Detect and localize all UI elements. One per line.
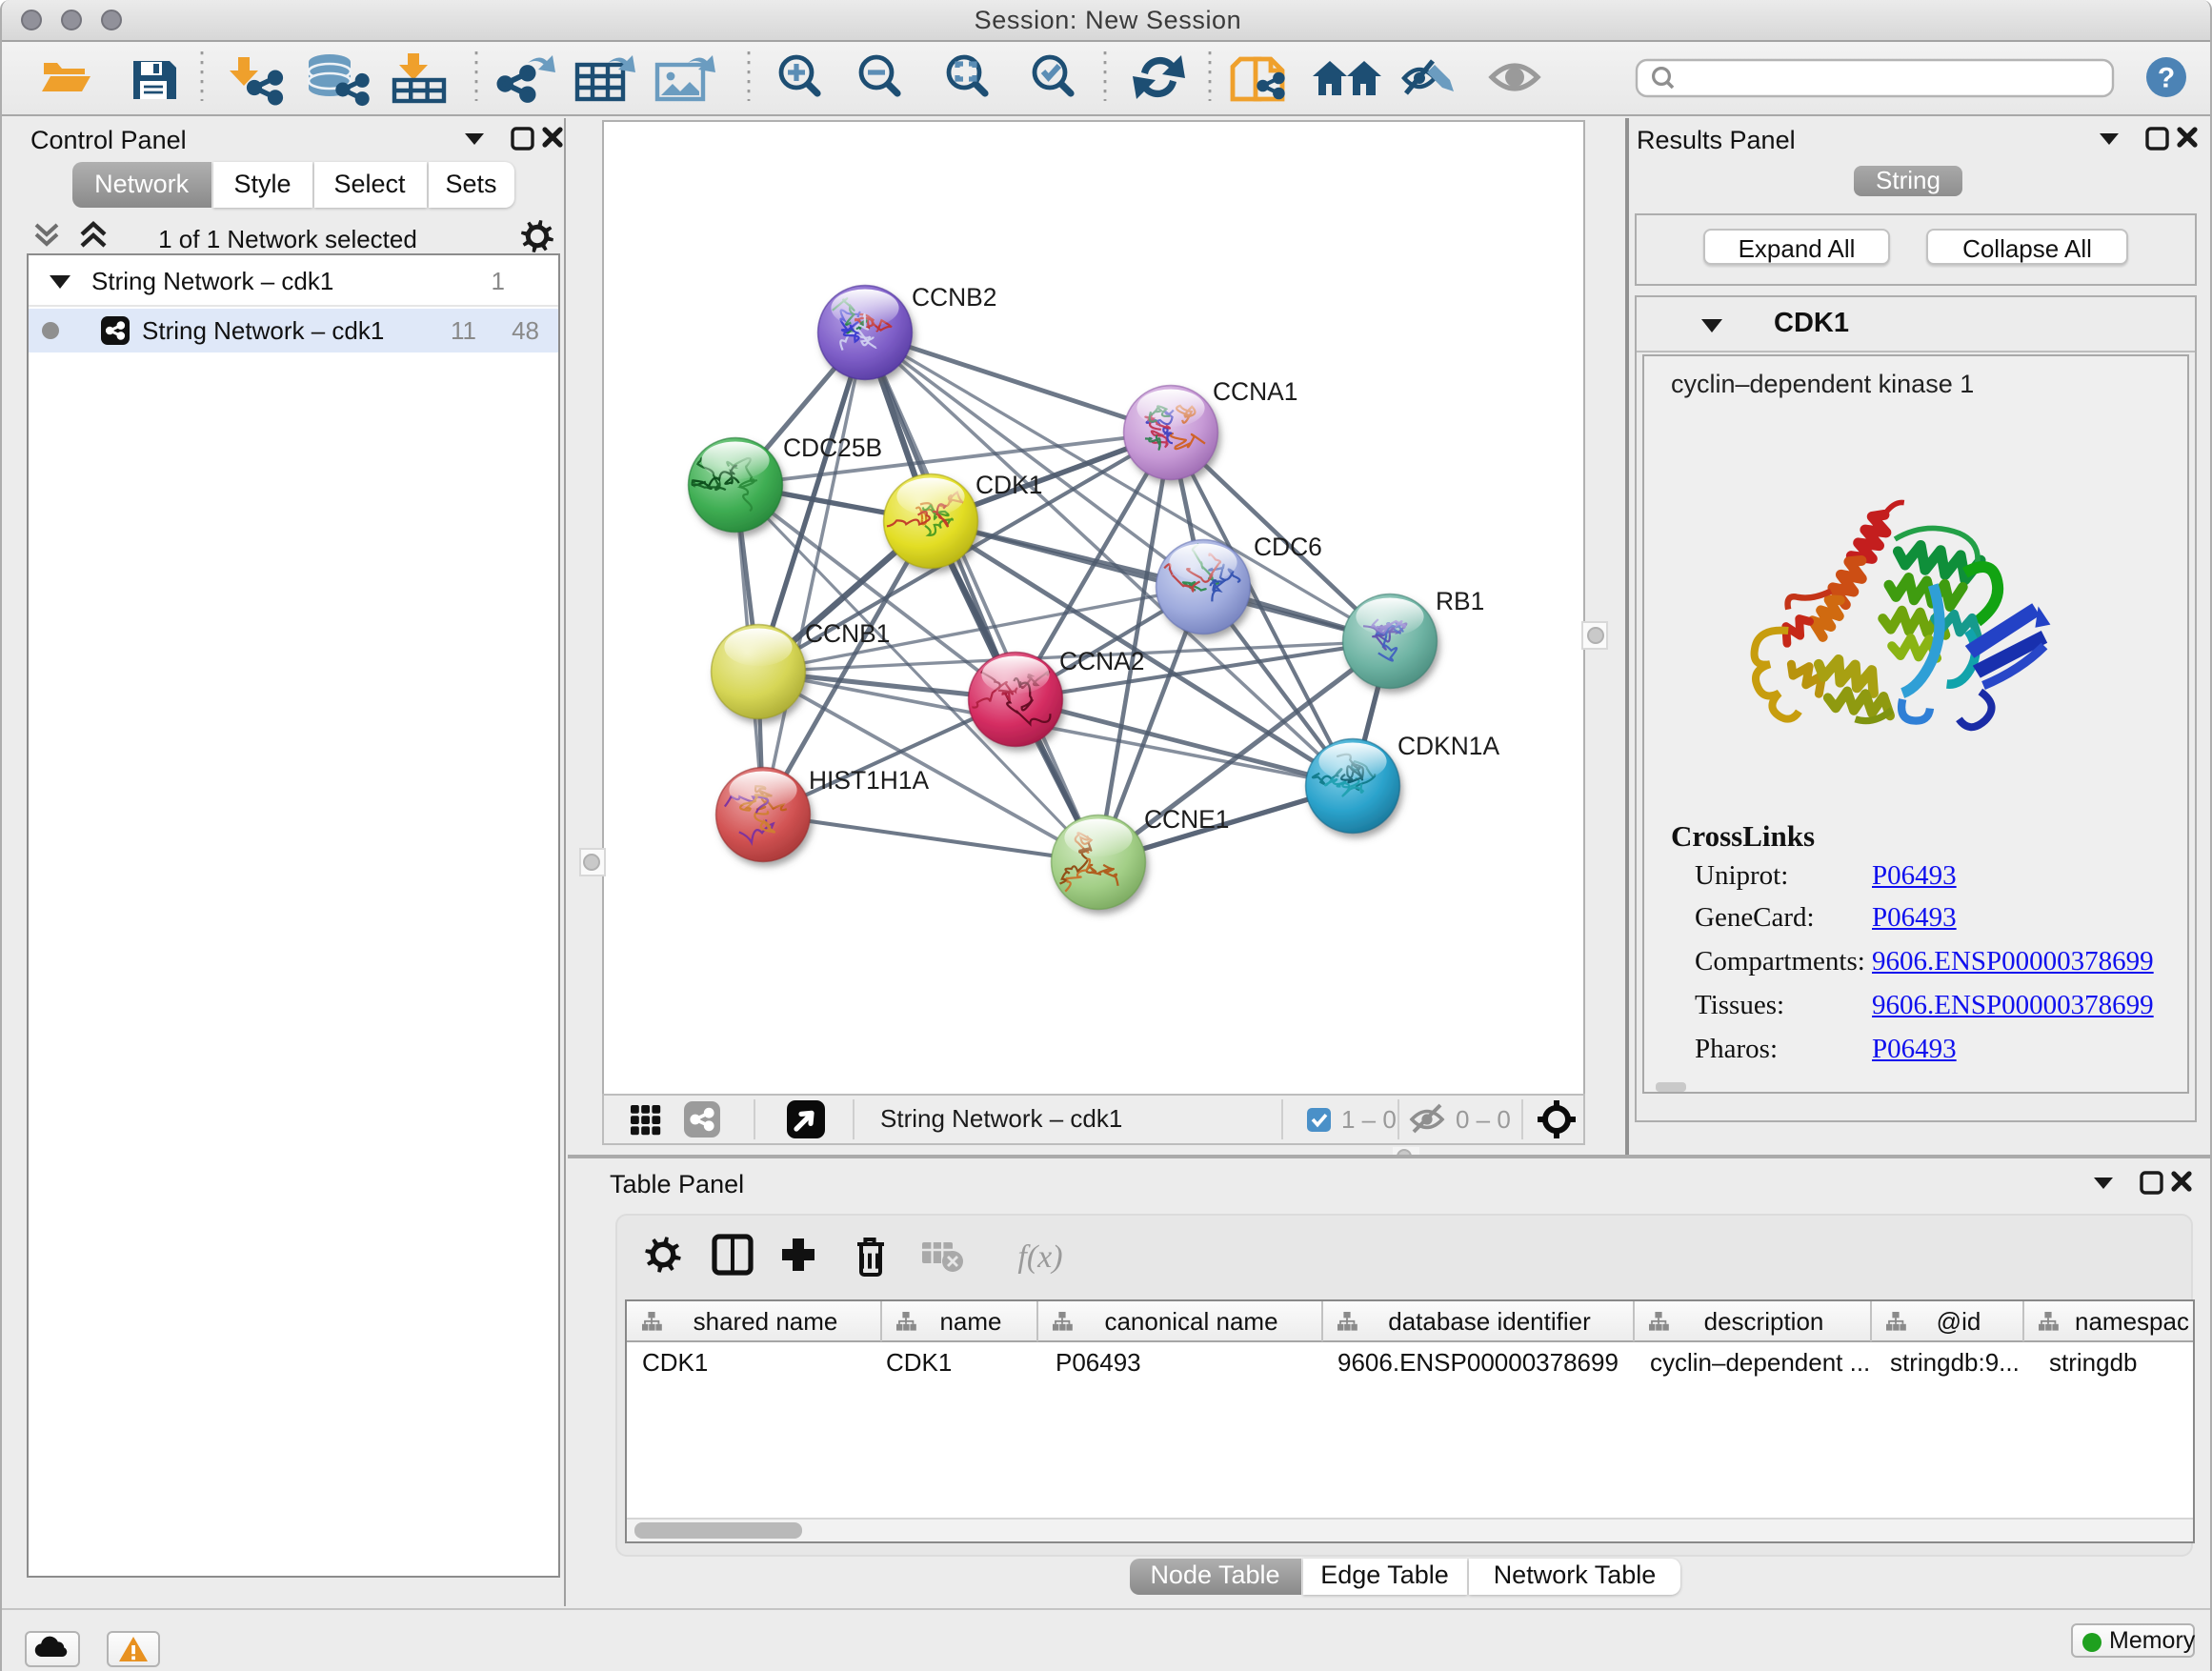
svg-text:CCNB2: CCNB2 — [911, 283, 995, 312]
svg-text:stringdb:9...: stringdb:9... — [1890, 1347, 2020, 1376]
svg-text:f(x): f(x) — [1017, 1239, 1062, 1275]
svg-text:stringdb: stringdb — [2049, 1347, 2138, 1376]
svg-text:CCNA1: CCNA1 — [1212, 377, 1297, 406]
svg-text:@id: @id — [1937, 1306, 1981, 1335]
svg-text:String Network – cdk1: String Network – cdk1 — [879, 1104, 1121, 1133]
svg-text:?: ? — [2158, 63, 2175, 94]
svg-text:CDC25B: CDC25B — [782, 433, 881, 462]
svg-text:description: description — [1704, 1306, 1824, 1335]
svg-text:CDKN1A: CDKN1A — [1397, 732, 1498, 760]
svg-text:namespac: namespac — [2075, 1306, 2189, 1335]
svg-text:canonical name: canonical name — [1104, 1306, 1277, 1335]
svg-text:name: name — [939, 1306, 1001, 1335]
svg-text:1 – 0: 1 – 0 — [1340, 1105, 1396, 1134]
svg-text:9606.ENSP00000378699: 9606.ENSP00000378699 — [1337, 1347, 1619, 1376]
svg-text:HIST1H1A: HIST1H1A — [808, 766, 929, 795]
svg-text:0 – 0: 0 – 0 — [1455, 1105, 1510, 1134]
svg-text:CDK1: CDK1 — [975, 471, 1041, 499]
svg-text:shared name: shared name — [694, 1306, 838, 1335]
svg-text:CDC6: CDC6 — [1253, 533, 1321, 561]
svg-text:CCNB1: CCNB1 — [804, 619, 889, 648]
svg-text:cyclin–dependent ...: cyclin–dependent ... — [1650, 1347, 1870, 1376]
svg-text:P06493: P06493 — [1056, 1347, 1141, 1376]
svg-text:database identifier: database identifier — [1388, 1306, 1591, 1335]
svg-text:RB1: RB1 — [1435, 587, 1483, 615]
svg-text:CDK1: CDK1 — [886, 1347, 952, 1376]
svg-text:CCNE1: CCNE1 — [1143, 805, 1228, 834]
svg-text:CCNA2: CCNA2 — [1058, 647, 1143, 675]
svg-text:CDK1: CDK1 — [642, 1347, 708, 1376]
